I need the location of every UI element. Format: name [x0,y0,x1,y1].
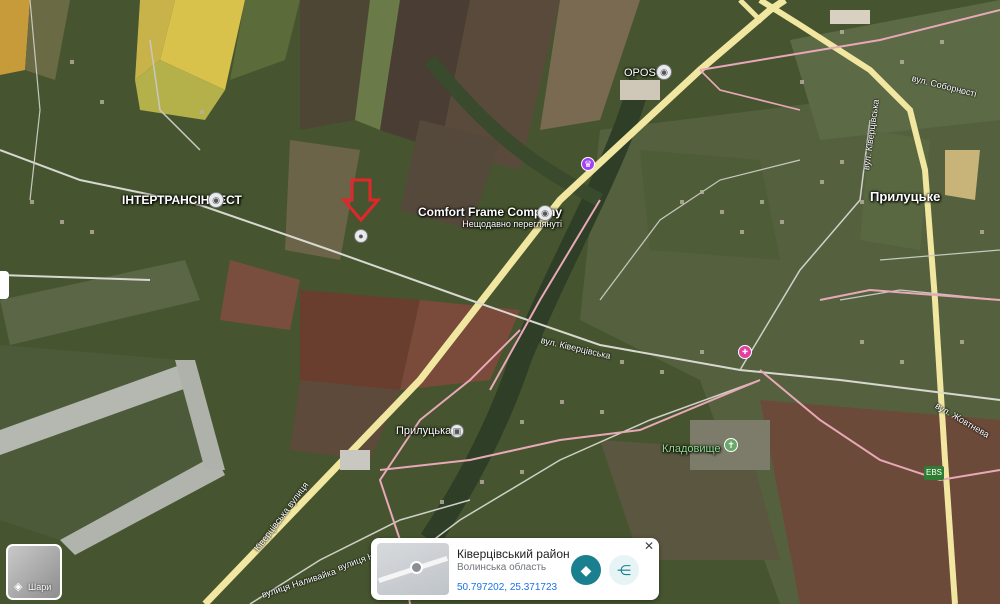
directions-button[interactable]: ◆ [571,555,601,585]
expand-panel-tab[interactable] [0,271,9,299]
road-shield-ebs: EBS [924,466,945,480]
layers-button[interactable]: ◈ Шари [6,544,62,600]
place-pin-intertrans[interactable]: ◉ [208,192,224,208]
close-icon[interactable]: ✕ [641,538,657,554]
share-button[interactable]: ⋲ [609,555,639,585]
place-label-prylutske[interactable]: Прилуцьке [870,190,940,203]
bus-stop-icon[interactable]: ▣ [450,424,464,438]
satellite-map[interactable] [0,0,1000,604]
place-thumbnail[interactable] [377,543,449,595]
place-label-opos[interactable]: OPOS [624,67,656,79]
place-info-card[interactable]: Ківерцівський район Волинська область 50… [371,538,659,600]
layers-label: Шари [28,582,52,592]
cemetery-icon[interactable]: ✝ [724,438,738,452]
place-pin-comfort[interactable]: ◉ [537,205,553,221]
place-pin-opos[interactable]: ◉ [656,64,672,80]
layers-icon: ◈ [14,581,23,593]
directions-icon: ◆ [580,561,592,578]
place-label-prylutska-stop[interactable]: Прилуцька [396,425,451,437]
purple-poi-icon[interactable]: ♛ [581,157,595,171]
place-label-cemetery[interactable]: Кладовище [662,443,721,455]
pink-poi-icon[interactable]: ✚ [738,345,752,359]
card-region: Волинська область [457,562,547,573]
dropped-pin-icon[interactable]: ● [354,229,368,243]
share-icon: ⋲ [617,561,631,578]
card-title[interactable]: Ківерцівський район [457,547,570,561]
card-coordinates[interactable]: 50.797202, 25.371723 [457,582,557,593]
